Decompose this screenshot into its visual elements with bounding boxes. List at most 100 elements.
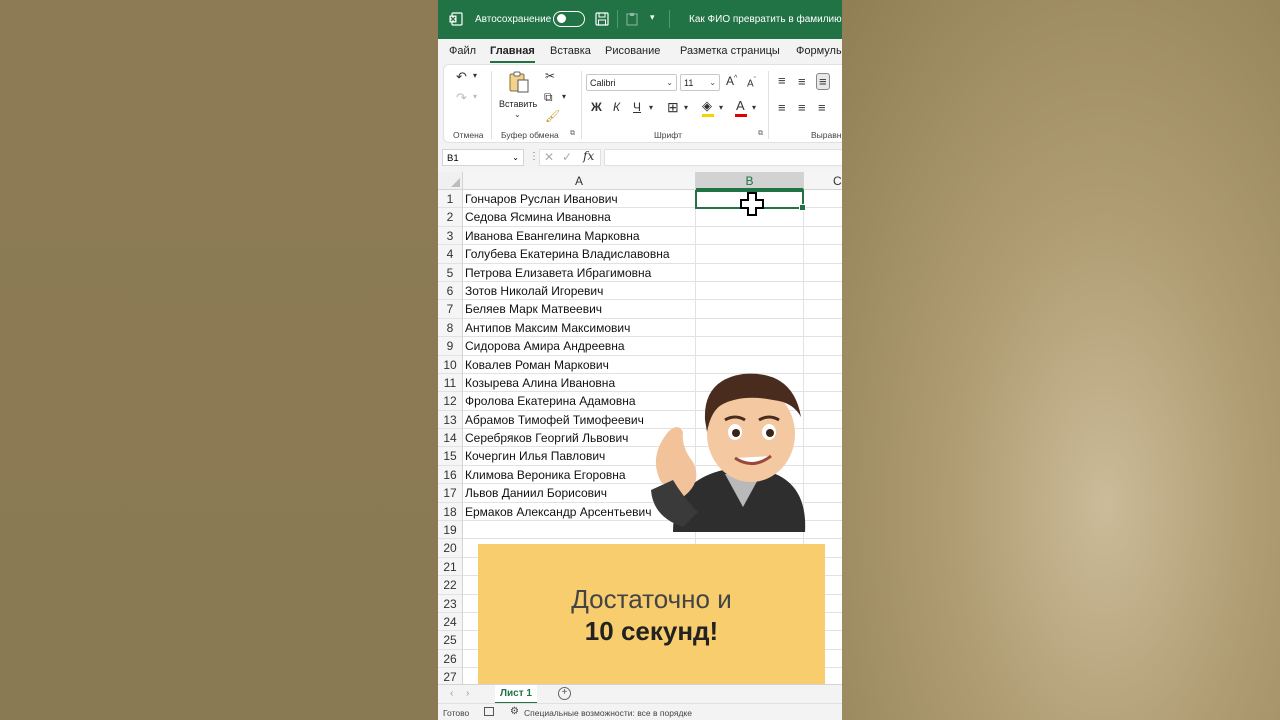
row-header[interactable]: 16: [438, 465, 463, 485]
cut-icon[interactable]: ✂: [545, 70, 555, 82]
font-color-dropdown-icon[interactable]: ▾: [752, 104, 756, 112]
row-header[interactable]: 11: [438, 373, 463, 393]
borders-icon[interactable]: ⊞: [667, 100, 679, 114]
grow-font-icon[interactable]: A^: [726, 75, 737, 87]
accessibility-status[interactable]: Специальные возможности: все в порядке: [524, 708, 692, 718]
cell-c[interactable]: [804, 264, 842, 282]
insert-function-button[interactable]: fx: [583, 149, 594, 163]
spreadsheet-grid[interactable]: A B C 1 Гончаров Руслан Иванович 2 Седова Я…: [438, 172, 842, 687]
enter-icon[interactable]: ✓: [562, 150, 572, 164]
cell-a[interactable]: Иванова Евангелина Марковна: [463, 226, 696, 246]
formula-bar-grip-icon[interactable]: ⋮: [529, 151, 539, 162]
fill-color-dropdown-icon[interactable]: ▾: [719, 104, 723, 112]
cell-c[interactable]: [804, 208, 842, 227]
paste-icon[interactable]: [508, 70, 530, 94]
row-header[interactable]: 14: [438, 429, 463, 448]
customize-quick-access-icon[interactable]: ▾: [650, 12, 655, 23]
row-header[interactable]: 26: [438, 649, 463, 669]
cell-a[interactable]: Зотов Николай Игоревич: [463, 281, 696, 301]
underline-dropdown-icon[interactable]: ▾: [649, 104, 653, 112]
prev-sheet-icon[interactable]: ‹: [450, 688, 453, 699]
row-header[interactable]: 6: [438, 281, 463, 301]
undo-icon[interactable]: ↶: [456, 70, 467, 83]
row-header[interactable]: 19: [438, 521, 463, 540]
format-painter-icon[interactable]: 🖌: [545, 110, 560, 122]
row-header[interactable]: 1: [438, 190, 463, 209]
cell-b[interactable]: [696, 318, 804, 338]
cell-a[interactable]: Голубева Екатерина Владиславовна: [463, 245, 696, 264]
cell-b[interactable]: [696, 245, 804, 264]
row-header[interactable]: 24: [438, 612, 463, 632]
tab-file[interactable]: Файл: [449, 45, 476, 57]
cell-b[interactable]: [696, 226, 804, 246]
cell-c[interactable]: [804, 227, 842, 246]
formula-input[interactable]: [604, 149, 842, 166]
align-top-icon[interactable]: ≡: [778, 74, 786, 87]
tab-draw[interactable]: Рисование: [605, 45, 660, 57]
cell-a[interactable]: Седова Ясмина Ивановна: [463, 208, 696, 227]
font-color-icon[interactable]: A: [736, 99, 745, 112]
cell-b[interactable]: [696, 300, 804, 319]
column-header-a[interactable]: A: [463, 172, 696, 190]
row-header[interactable]: 10: [438, 355, 463, 374]
cell-c[interactable]: [804, 282, 842, 301]
row-header[interactable]: 8: [438, 318, 463, 338]
tab-page-layout[interactable]: Разметка страницы: [680, 45, 780, 57]
font-name-box[interactable]: Calibri ⌄: [586, 74, 677, 91]
cell-a[interactable]: Сидорова Амира Андреевна: [463, 337, 696, 356]
row-header[interactable]: 15: [438, 447, 463, 466]
redo-icon[interactable]: ↷: [456, 91, 467, 104]
cell-a[interactable]: Гончаров Руслан Иванович: [463, 190, 696, 209]
sheet-tab-1[interactable]: Лист 1: [495, 685, 537, 704]
next-sheet-icon[interactable]: ›: [466, 688, 469, 699]
row-header[interactable]: 20: [438, 539, 463, 558]
fill-color-icon[interactable]: ◈: [702, 99, 712, 112]
tab-insert[interactable]: Вставка: [550, 45, 591, 57]
row-header[interactable]: 7: [438, 300, 463, 319]
row-header[interactable]: 18: [438, 502, 463, 522]
cell-a[interactable]: Беляев Марк Матвеевич: [463, 300, 696, 319]
row-header[interactable]: 13: [438, 410, 463, 430]
copy-dropdown-icon[interactable]: ▾: [562, 93, 566, 101]
borders-dropdown-icon[interactable]: ▾: [684, 104, 688, 112]
align-left-icon[interactable]: ≡: [778, 101, 786, 114]
copy-icon[interactable]: ⧉: [544, 91, 553, 103]
row-header[interactable]: 12: [438, 392, 463, 411]
accessibility-icon[interactable]: ⚙: [510, 706, 519, 717]
align-right-icon[interactable]: ≡: [818, 101, 826, 114]
cell-b[interactable]: [696, 337, 804, 356]
row-header[interactable]: 21: [438, 557, 463, 577]
font-size-box[interactable]: 11 ⌄: [680, 74, 720, 91]
redo-dropdown-icon[interactable]: ▾: [473, 93, 477, 101]
row-header[interactable]: 5: [438, 263, 463, 282]
tab-formulas[interactable]: Формулы: [796, 45, 842, 57]
row-header[interactable]: 22: [438, 576, 463, 595]
cell-b[interactable]: [696, 263, 804, 282]
cell-c[interactable]: [804, 300, 842, 319]
row-header[interactable]: 4: [438, 245, 463, 264]
align-center-icon[interactable]: ≡: [798, 101, 806, 114]
add-sheet-icon[interactable]: +: [558, 687, 571, 700]
paste-dropdown-icon[interactable]: ⌄: [514, 111, 521, 119]
row-header[interactable]: 23: [438, 594, 463, 613]
underline-button[interactable]: Ч: [633, 101, 641, 113]
align-bottom-icon[interactable]: ≡: [816, 73, 830, 90]
align-middle-icon[interactable]: ≡: [798, 75, 806, 88]
shrink-font-icon[interactable]: Aˇ: [747, 77, 756, 89]
paste-values-icon[interactable]: [625, 12, 639, 26]
autosave-toggle[interactable]: [553, 11, 585, 27]
clipboard-launcher-icon[interactable]: ⧉: [570, 130, 575, 137]
cancel-icon[interactable]: ✕: [544, 150, 554, 164]
cell-c[interactable]: [804, 319, 842, 338]
name-box[interactable]: B1 ⌄: [442, 149, 524, 166]
italic-button[interactable]: К: [613, 101, 620, 113]
cell-a[interactable]: Петрова Елизавета Ибрагимовна: [463, 263, 696, 282]
bold-button[interactable]: Ж: [591, 101, 602, 113]
select-all-button[interactable]: [438, 172, 463, 190]
undo-dropdown-icon[interactable]: ▾: [473, 72, 477, 80]
row-header[interactable]: 2: [438, 208, 463, 227]
row-header[interactable]: 17: [438, 484, 463, 503]
row-header[interactable]: 3: [438, 226, 463, 246]
font-launcher-icon[interactable]: ⧉: [758, 130, 763, 137]
cell-c[interactable]: [804, 190, 842, 209]
